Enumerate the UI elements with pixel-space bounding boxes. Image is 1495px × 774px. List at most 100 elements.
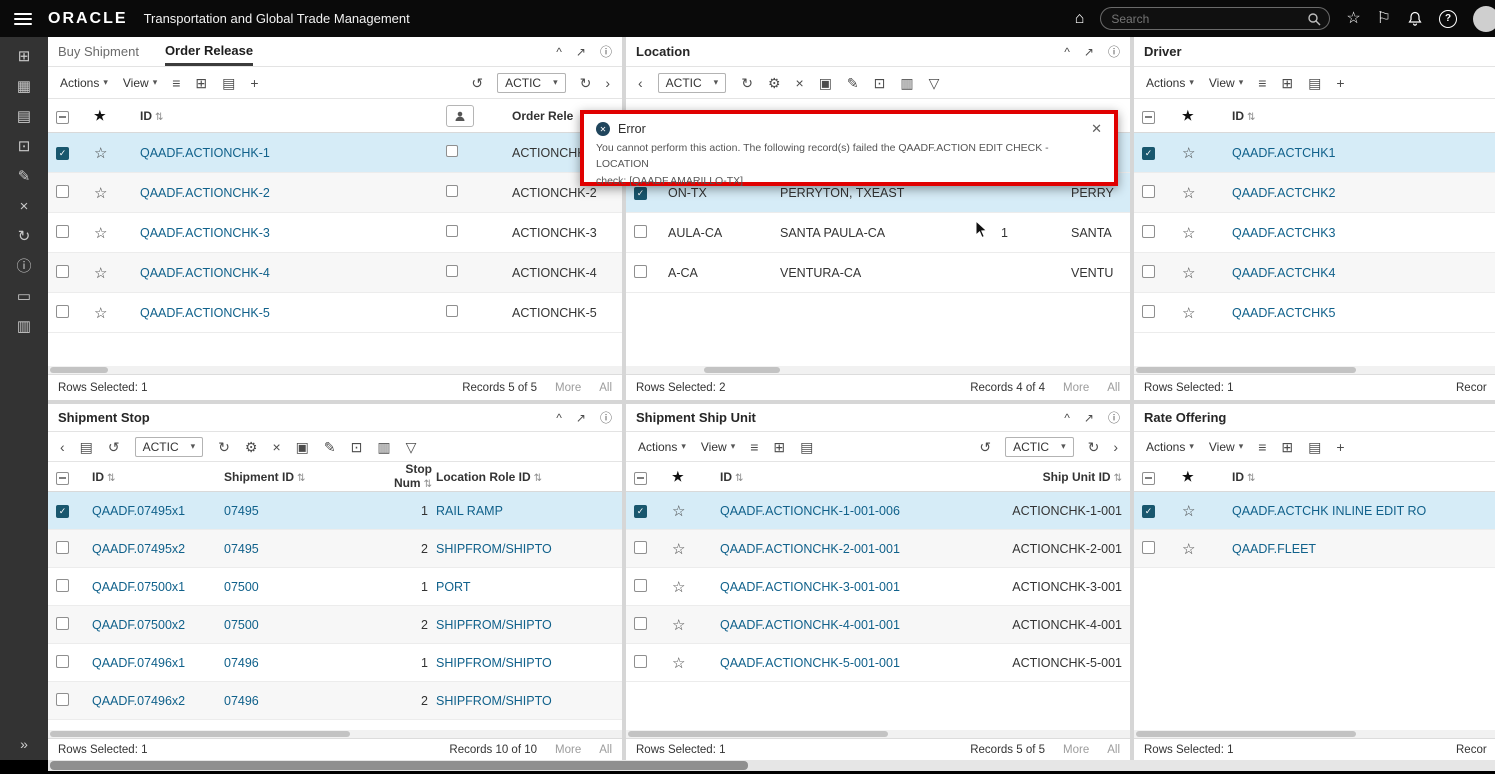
info-icon[interactable]: ⓘ [1108, 43, 1120, 60]
involved-party-button[interactable] [446, 104, 474, 127]
collapse-icon[interactable]: ^ [556, 411, 562, 425]
actions-menu[interactable]: Actions ▾ [60, 76, 108, 90]
add-icon[interactable]: + [250, 76, 258, 90]
scrollbar-thumb[interactable] [50, 761, 748, 770]
row-flag-checkbox[interactable] [446, 185, 458, 197]
sort-icon[interactable]: ⇅ [735, 473, 743, 484]
row-checkbox[interactable] [634, 540, 647, 554]
horizontal-scrollbar[interactable] [1134, 730, 1495, 738]
horizontal-scrollbar[interactable] [48, 730, 622, 738]
star-icon[interactable]: ☆ [672, 654, 720, 672]
row-checkbox[interactable] [56, 540, 69, 554]
add-icon[interactable]: + [1336, 76, 1344, 90]
manage-columns-icon[interactable]: ≡ [172, 76, 180, 90]
row-checkbox[interactable] [634, 654, 647, 668]
open-external-icon[interactable]: ↗ [1084, 45, 1094, 59]
actions-menu[interactable]: Actions ▾ [638, 440, 686, 454]
driver-id-link[interactable]: QAADF.ACTCHK4 [1232, 266, 1495, 280]
collapse-icon[interactable]: ^ [1064, 45, 1070, 59]
shipment-stop-id-link[interactable]: QAADF.07500x2 [92, 618, 224, 632]
star-icon[interactable]: ☆ [94, 304, 140, 322]
row-flag-checkbox[interactable] [446, 225, 458, 237]
grid-icon[interactable]: ⊞ [1281, 440, 1293, 454]
ship-unit-id-link[interactable]: QAADF.ACTIONCHK-1-001-006 [720, 504, 980, 518]
shipment-stop-id-link[interactable]: QAADF.07500x1 [92, 580, 224, 594]
notifications-bell-icon[interactable] [1407, 11, 1423, 27]
refresh-icon[interactable]: ↻ [741, 76, 753, 90]
duplicate-icon[interactable]: ⊡ [351, 440, 363, 454]
ship-unit-id-link[interactable]: QAADF.ACTIONCHK-5-001-001 [720, 656, 980, 670]
table-row[interactable]: QAADF.07495x2 07495 2 SHIPFROM/SHIPTO [48, 530, 622, 568]
table-row[interactable]: ☆ QAADF.ACTIONCHK-3 ACTIONCHK-3 [48, 213, 622, 253]
page-horizontal-scrollbar[interactable] [48, 760, 1495, 771]
more-link[interactable]: More [1063, 382, 1089, 394]
row-checkbox[interactable] [634, 264, 647, 278]
star-icon[interactable]: ☆ [672, 502, 720, 520]
view-menu[interactable]: View ▾ [1209, 76, 1243, 90]
table-row[interactable]: ✓ ☆ QAADF.ACTIONCHK-1 ACTIONCHK-1 [48, 133, 622, 173]
table-row[interactable]: ☆ QAADF.ACTCHK2 [1134, 173, 1495, 213]
sort-icon[interactable]: ⇅ [424, 479, 432, 490]
row-checkbox[interactable] [56, 578, 69, 592]
refresh-icon[interactable]: ↻ [580, 76, 592, 90]
view-menu[interactable]: View ▾ [701, 440, 735, 454]
more-link[interactable]: More [555, 382, 581, 394]
export-document-icon[interactable]: ▤ [800, 440, 813, 454]
open-external-icon[interactable]: ↗ [1084, 411, 1094, 425]
favorites-star-icon[interactable]: ☆ [1346, 10, 1360, 27]
table-row[interactable]: AULA-CA SANTA PAULA-CA 1 SANTA [626, 213, 1130, 253]
select-all-checkbox[interactable] [1142, 471, 1155, 485]
row-flag-checkbox[interactable] [446, 145, 458, 157]
grid-icon[interactable]: ⊞ [1281, 76, 1293, 90]
all-link[interactable]: All [1107, 382, 1120, 394]
info-icon[interactable]: ⓘ [16, 259, 31, 274]
report-icon[interactable]: ▥ [17, 319, 31, 334]
table-row[interactable]: QAADF.07496x1 07496 1 SHIPFROM/SHIPTO [48, 644, 622, 682]
star-icon[interactable]: ☆ [94, 224, 140, 242]
info-icon[interactable]: ⓘ [600, 409, 612, 426]
table-row[interactable]: ☆ QAADF.ACTCHK5 [1134, 293, 1495, 333]
all-link[interactable]: All [599, 382, 612, 394]
export-document-icon[interactable]: ▤ [80, 440, 93, 454]
star-icon[interactable]: ☆ [672, 616, 720, 634]
shipment-id-link[interactable]: 07500 [224, 618, 372, 632]
edit-icon[interactable]: ✎ [18, 169, 31, 184]
save-icon[interactable]: ▣ [296, 440, 309, 454]
cycle-icon[interactable]: ↺ [471, 76, 483, 90]
location-role-link[interactable]: SHIPFROM/SHIPTO [436, 618, 622, 632]
cycle-icon[interactable]: ↺ [979, 440, 991, 454]
saved-search-select[interactable]: ACTIC ▾ [134, 436, 204, 457]
star-icon[interactable]: ☆ [672, 578, 720, 596]
edit-icon[interactable]: ✎ [324, 440, 336, 454]
remove-icon[interactable]: × [796, 76, 804, 90]
driver-id-link[interactable]: QAADF.ACTCHK2 [1232, 186, 1495, 200]
row-checkbox[interactable] [1142, 540, 1155, 554]
row-checkbox[interactable]: ✓ [1142, 505, 1155, 518]
shipment-id-link[interactable]: 07495 [224, 504, 372, 518]
shipment-id-link[interactable]: 07495 [224, 542, 372, 556]
toolbar-next-icon[interactable]: › [1113, 440, 1118, 454]
collapse-icon[interactable]: ^ [1064, 411, 1070, 425]
user-avatar[interactable] [1473, 5, 1495, 32]
saved-search-select[interactable]: ACTIC ▾ [497, 72, 566, 93]
row-checkbox[interactable] [56, 654, 69, 668]
select-all-checkbox[interactable] [634, 471, 647, 485]
star-icon[interactable]: ☆ [94, 264, 140, 282]
horizontal-scrollbar[interactable] [626, 366, 1130, 374]
row-checkbox[interactable] [56, 224, 69, 238]
shipment-stop-id-link[interactable]: QAADF.07495x2 [92, 542, 224, 556]
row-checkbox[interactable]: ✓ [1142, 147, 1155, 160]
order-release-id-link[interactable]: QAADF.ACTIONCHK-1 [140, 146, 446, 160]
row-checkbox[interactable] [634, 578, 647, 592]
grid-icon[interactable]: ⊞ [773, 440, 785, 454]
sort-icon[interactable]: ⇅ [1247, 112, 1255, 123]
sort-icon[interactable]: ⇅ [1114, 473, 1122, 484]
ship-unit-id-link[interactable]: QAADF.ACTIONCHK-4-001-001 [720, 618, 980, 632]
sort-icon[interactable]: ⇅ [155, 112, 163, 123]
actions-menu[interactable]: Actions ▾ [1146, 440, 1194, 454]
table-row[interactable]: ☆ QAADF.ACTIONCHK-5 ACTIONCHK-5 [48, 293, 622, 333]
order-release-id-link[interactable]: QAADF.ACTIONCHK-4 [140, 266, 446, 280]
export-document-icon[interactable]: ▤ [1308, 440, 1321, 454]
row-checkbox[interactable]: ✓ [56, 505, 69, 518]
driver-id-link[interactable]: QAADF.ACTCHK1 [1232, 146, 1495, 160]
